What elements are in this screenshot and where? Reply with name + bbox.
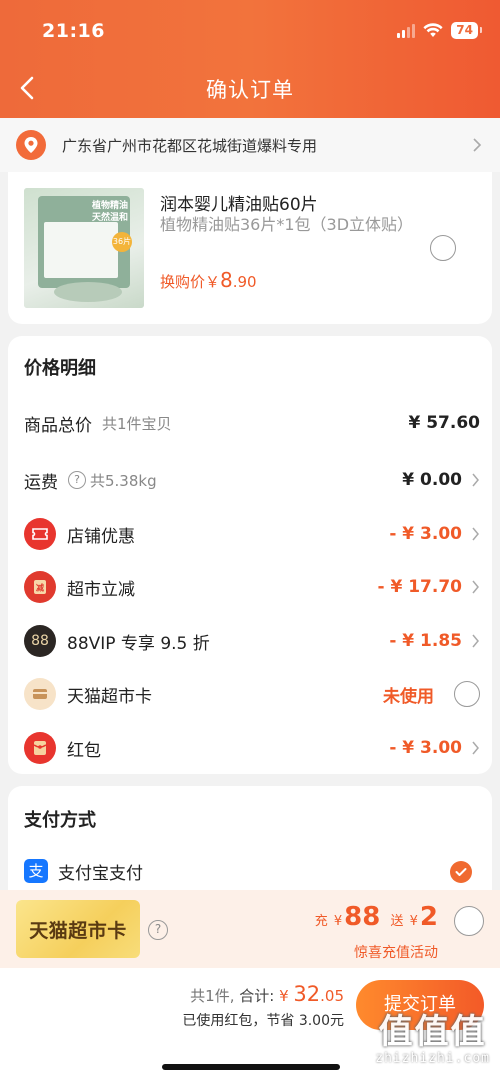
product-card: 植物精油 天然温和 36片 润本婴儿精油贴60片 植物精油贴36片*1包（3D立体…: [8, 172, 492, 324]
watermark-logo: 值值值 zhizhizhi.com: [375, 1012, 490, 1066]
product-image[interactable]: 植物精油 天然温和 36片: [24, 188, 144, 308]
coupon-icon: [24, 518, 56, 550]
row-supermarket-discount[interactable]: 减 超市立减 - ¥ 17.70: [24, 569, 480, 605]
page-title: 确认订单: [206, 78, 294, 102]
svg-text:减: 减: [36, 583, 44, 593]
price-details-card: 价格明细 商品总价 共1件宝贝 ¥ 57.60 运费 ? 共5.38kg ¥ 0…: [8, 336, 492, 774]
vip88-icon: 88: [24, 625, 56, 657]
product-select-radio[interactable]: [430, 235, 456, 261]
tmall-card-radio[interactable]: [454, 681, 480, 707]
recharge-radio[interactable]: [454, 906, 484, 936]
home-indicator[interactable]: [162, 1064, 340, 1070]
battery-icon: 74: [451, 22, 482, 39]
card-icon: [24, 678, 56, 710]
row-goods-total: 商品总价 共1件宝贝 ¥ 57.60: [24, 413, 480, 436]
address-bar[interactable]: 广东省广州市花都区花城街道爆料专用: [0, 118, 500, 172]
chevron-right-icon: [472, 634, 479, 648]
row-shipping[interactable]: 运费 ? 共5.38kg ¥ 0.00: [24, 462, 480, 498]
help-icon[interactable]: ?: [148, 920, 168, 940]
row-88vip[interactable]: 88 88VIP 专享 9.5 折 - ¥ 1.85: [24, 623, 480, 659]
chevron-right-icon: [472, 527, 479, 541]
alipay-icon: 支: [24, 859, 48, 883]
promo-subtitle: 惊喜充值活动: [354, 945, 438, 961]
row-tmall-card[interactable]: 天猫超市卡 未使用: [24, 676, 480, 712]
payment-card: 支付方式 支 支付宝支付: [8, 786, 492, 906]
reduce-icon: 减: [24, 571, 56, 603]
status-icons: 74: [397, 22, 482, 39]
savings-note: 已使用红包，节省 3.00元: [182, 1013, 344, 1029]
product-spec: 植物精油贴36片*1包（3D立体贴）: [160, 215, 414, 234]
help-icon[interactable]: ?: [68, 471, 86, 489]
status-time: 21:16: [42, 20, 105, 42]
chevron-right-icon: [472, 580, 479, 594]
chevron-right-icon: [472, 473, 479, 487]
red-packet-icon: [24, 732, 56, 764]
row-red-packet[interactable]: 红包 - ¥ 3.00: [24, 730, 480, 766]
product-name[interactable]: 润本婴儿精油贴60片: [160, 190, 318, 215]
payment-title: 支付方式: [24, 810, 96, 831]
location-pin-icon: [16, 130, 46, 160]
product-price: 换购价￥8.90: [160, 268, 257, 292]
recharge-promo-banner[interactable]: 天猫超市卡 ? 充 ¥88 送 ¥2 惊喜充值活动: [0, 890, 500, 968]
recharge-offer: 充 ¥88 送 ¥2: [314, 902, 438, 932]
order-total: 共1件, 合计: ¥ 32.05: [190, 982, 344, 1006]
price-details-title: 价格明细: [24, 358, 96, 379]
wifi-icon: [423, 23, 443, 37]
row-store-discount[interactable]: 店铺优惠 - ¥ 3.00: [24, 516, 480, 552]
chevron-right-icon: [472, 741, 479, 755]
address-text: 广东省广州市花都区花城街道爆料专用: [62, 136, 318, 155]
chevron-right-icon: [473, 138, 482, 152]
payment-option-alipay[interactable]: 支 支付宝支付: [24, 853, 480, 889]
tmall-card-logo: 天猫超市卡: [16, 900, 140, 958]
checkmark-icon[interactable]: [450, 861, 472, 883]
signal-icon: [397, 23, 416, 38]
checkout-footer: 共1件, 合计: ¥ 32.05 已使用红包，节省 3.00元 提交订单 值值值…: [0, 968, 500, 1082]
header-bar: 21:16 74 确认订单: [0, 0, 500, 118]
